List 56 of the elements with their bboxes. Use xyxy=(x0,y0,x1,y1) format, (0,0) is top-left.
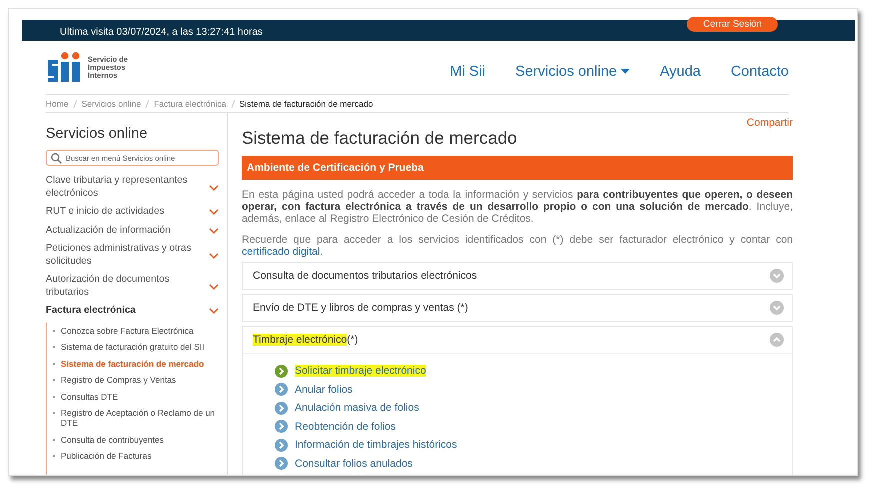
submenu-item[interactable]: Conozca sobre Factura Electrónica xyxy=(53,322,219,339)
service-link[interactable]: Reobtención de folios xyxy=(275,418,792,436)
nav-link[interactable]: Ayuda xyxy=(660,64,701,80)
service-link[interactable]: Anular folios xyxy=(275,380,792,399)
page-title: Sistema de facturación de mercado xyxy=(242,128,518,149)
accordion-header[interactable]: Timbraje electrónico(*) xyxy=(243,327,792,353)
service-link[interactable]: Solicitar timbraje electrónico xyxy=(275,362,792,380)
submenu-item[interactable]: Consulta de contribuyentes xyxy=(53,432,219,448)
environment-banner: Ambiente de Certificación y Prueba xyxy=(242,156,793,180)
arrow-circle-icon xyxy=(275,383,288,396)
sidebar-item[interactable]: Autorización de documentos tributarios xyxy=(46,271,219,302)
arrow-circle-icon xyxy=(275,438,288,452)
submenu-item[interactable]: Sistema de facturación gratuito del SII xyxy=(53,339,219,356)
breadcrumb-link[interactable]: Servicios online xyxy=(82,98,142,108)
nav-link[interactable]: Contacto xyxy=(730,64,789,80)
accordion-header[interactable]: Consulta de documentos tributarios electrónicos xyxy=(243,263,792,289)
sidebar-item[interactable]: Clave tributaria y representantes electrónicos xyxy=(46,172,219,203)
certificate-link[interactable]: certificado digital xyxy=(242,246,320,258)
service-link[interactable]: Consultar folios anulados xyxy=(275,454,792,473)
breadcrumb-link[interactable]: Factura electrónica xyxy=(154,98,227,108)
arrow-circle-icon xyxy=(275,457,288,470)
submenu-item[interactable]: Registro de Aceptación o Reclamo de un DTE xyxy=(53,405,219,432)
nav-link[interactable]: Servicios online xyxy=(516,64,630,80)
sidebar-item[interactable]: RUT e inicio de actividades xyxy=(46,203,219,222)
breadcrumb-link[interactable]: Home xyxy=(46,98,69,108)
submenu-item[interactable]: Publicación de Facturas xyxy=(53,448,219,464)
arrow-circle-icon xyxy=(275,402,288,415)
sidebar-item[interactable]: Factura electrónica xyxy=(46,302,219,320)
chevron-icon xyxy=(209,184,219,190)
expand-icon xyxy=(770,333,784,347)
service-link[interactable]: Información de timbrajes históricos xyxy=(275,436,792,454)
nav-link[interactable]: Mi Sii xyxy=(450,64,486,80)
expand-icon xyxy=(770,301,784,315)
service-link[interactable]: Anulación masiva de folios xyxy=(275,399,792,418)
arrow-circle-icon xyxy=(275,364,288,378)
last-visit-text: Ultima visita 03/07/2024, a las 13:27:41 horas xyxy=(60,27,263,40)
sidebar-item[interactable]: Actualización de información xyxy=(46,222,219,240)
submenu-item[interactable]: Sistema de facturación de mercado xyxy=(53,356,219,372)
arrow-circle-icon xyxy=(275,420,288,434)
intro-paragraph: En esta página usted podrá acceder a toda la información y servicios para contribuyentes que operen, o deseen operar, con factura electrónica a través de un desarrollo propio o con una solución de mercado. Incluye, además, enlace al Registro Electrónico de Cesión de Créditos. xyxy=(242,189,793,225)
chevron-icon xyxy=(209,228,219,234)
share-link[interactable]: Compartir xyxy=(746,117,793,156)
chevron-icon xyxy=(209,252,219,258)
chevron-icon xyxy=(209,308,219,314)
chevron-icon xyxy=(209,284,219,290)
note-paragraph: Recuerde que para acceder a los servicios identificados con (*) debe ser facturador electrónico y contar con certificado digital. xyxy=(242,234,793,258)
chevron-icon xyxy=(209,209,219,216)
sidebar-title: Servicios online xyxy=(46,126,149,142)
submenu-item[interactable]: Registro de Compras y Ventas xyxy=(53,372,219,388)
accordion-header[interactable]: Envío de DTE y libros de compras y ventas (*) xyxy=(243,295,792,321)
logout-button[interactable]: Cerrar Sesión xyxy=(687,17,778,32)
expand-icon xyxy=(770,269,784,283)
caret-icon xyxy=(621,69,630,75)
breadcrumb-current: Sistema de facturación de mercado xyxy=(240,98,374,108)
sidebar-item[interactable]: Peticiones administrativas y otras solicitudes xyxy=(46,240,219,271)
submenu-item[interactable]: Consultas DTE xyxy=(53,388,219,405)
